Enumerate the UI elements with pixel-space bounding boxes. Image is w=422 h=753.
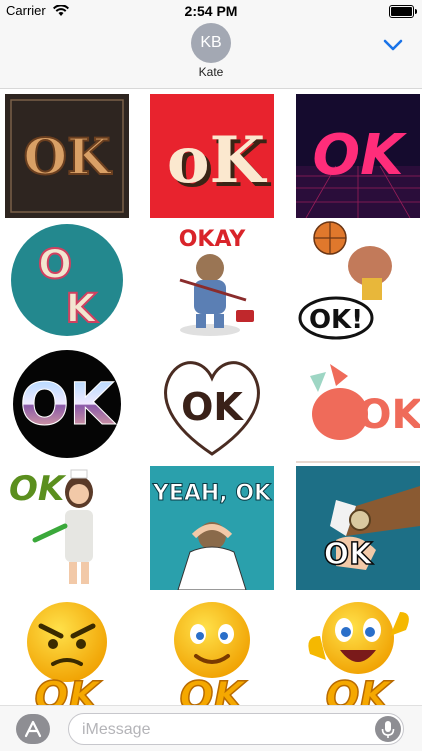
sticker-ok-basketball-monkey[interactable]: OK! <box>296 218 420 342</box>
sticker-text: OK <box>9 469 67 509</box>
sticker-grid: OK oK oK OK O K OKAY OK! OK OK OK OK YEA… <box>0 90 422 705</box>
sticker-text: OK <box>313 123 408 188</box>
app-store-icon[interactable] <box>16 714 50 744</box>
sticker-okay-sloth[interactable]: OKAY <box>150 218 274 342</box>
sticker-text: OK <box>23 127 112 186</box>
sticker-ok-western-wood[interactable]: OK <box>5 94 129 218</box>
sticker-text: YEAH, OK <box>152 481 272 506</box>
sticker-ok-chrome-circle[interactable]: OK <box>5 342 129 466</box>
sticker-text: OK <box>324 537 375 572</box>
message-input-bar: iMessage <box>0 705 422 751</box>
sticker-text: OK! <box>309 305 363 335</box>
sticker-ok-thumbs-emoji[interactable]: OK <box>296 590 420 705</box>
message-input[interactable]: iMessage <box>68 713 404 745</box>
sticker-yeah-ok-popart[interactable]: YEAH, OK <box>150 466 274 590</box>
sticker-ok-angry-emoji[interactable]: OK <box>5 590 129 705</box>
chevron-down-icon[interactable] <box>382 37 404 53</box>
sticker-ok-smiley-emoji[interactable]: OK <box>150 590 274 705</box>
contact-name[interactable]: Kate <box>0 65 422 79</box>
sticker-text: OK <box>20 370 116 438</box>
conversation-header: KB Kate <box>0 22 422 89</box>
avatar[interactable]: KB <box>191 23 231 63</box>
sticker-ok-watch-popart[interactable]: OK <box>296 466 420 590</box>
sticker-text: OKAY <box>179 227 247 252</box>
sticker-ok-red-block[interactable]: oK oK <box>150 94 274 218</box>
sticker-text: OK <box>181 385 244 429</box>
sticker-ok-heart[interactable]: OK <box>150 342 274 466</box>
sticker-text: OK <box>326 674 394 705</box>
sticker-ok-retro-circle[interactable]: O K <box>5 218 129 342</box>
status-bar: Carrier 2:54 PM <box>0 0 422 22</box>
sticker-text: OK <box>180 674 248 705</box>
sticker-text: oK <box>167 123 268 198</box>
battery-icon <box>389 5 417 18</box>
message-placeholder: iMessage <box>82 721 151 738</box>
sticker-text: OK <box>358 392 421 438</box>
sticker-ok-pink-cat[interactable]: OK <box>296 342 420 466</box>
microphone-icon[interactable] <box>375 716 401 742</box>
sticker-ok-nurse[interactable]: OK <box>5 466 129 590</box>
battery-fill <box>391 7 412 16</box>
sticker-text-k: K <box>66 286 99 332</box>
sticker-ok-neon-grid[interactable]: OK <box>296 94 420 218</box>
sticker-text: OK <box>35 674 103 705</box>
sticker-text-o: O <box>38 242 72 288</box>
clock: 2:54 PM <box>184 3 238 19</box>
